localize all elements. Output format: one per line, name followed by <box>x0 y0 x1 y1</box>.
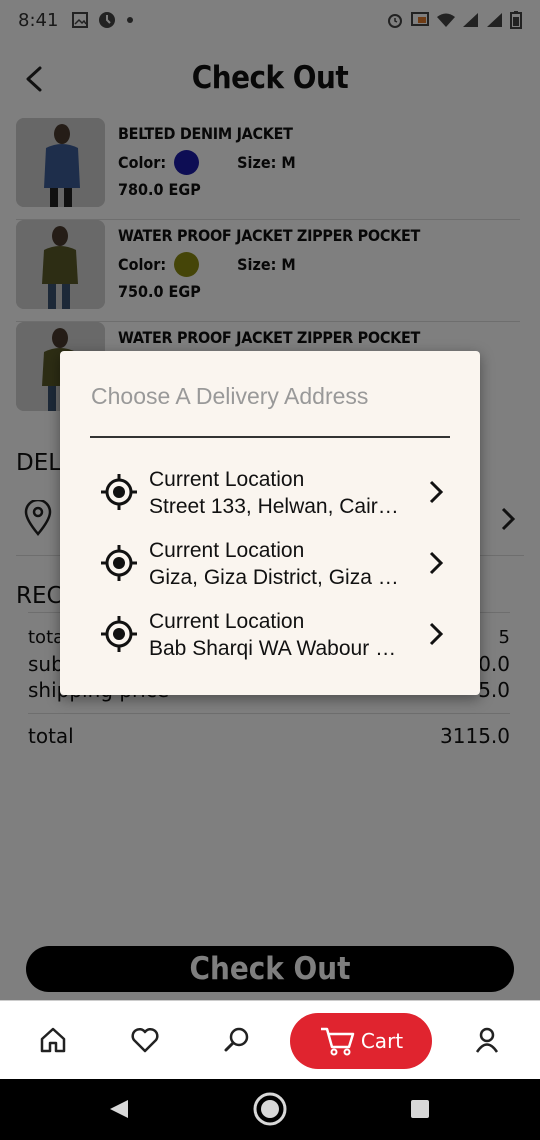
address-title: Current Location <box>149 610 305 633</box>
address-text: Bab Sharqi WA Wabour El Meyah <box>149 637 407 660</box>
status-scrim <box>0 0 540 40</box>
address-title: Current Location <box>149 539 305 562</box>
cart-icon <box>320 1027 355 1056</box>
heart-icon[interactable] <box>130 1025 160 1055</box>
system-home-icon[interactable] <box>252 1091 288 1127</box>
dialog-title: Choose A Delivery Address <box>91 383 369 409</box>
chevron-right-icon <box>429 480 444 504</box>
chevron-right-icon <box>429 622 444 646</box>
system-nav-bar <box>0 1079 540 1140</box>
my-location-icon <box>101 474 137 510</box>
system-back-icon[interactable] <box>108 1098 130 1120</box>
home-icon[interactable] <box>38 1025 68 1055</box>
bottom-nav: Cart <box>0 1000 540 1079</box>
address-text: Giza, Giza District, Giza Governorate <box>149 566 407 589</box>
profile-icon[interactable] <box>472 1025 502 1055</box>
my-location-icon <box>101 545 137 581</box>
chevron-right-icon <box>429 551 444 575</box>
address-option[interactable]: Current Location Giza, Giza District, Gi… <box>100 536 445 596</box>
cart-tab-active[interactable]: Cart <box>290 1013 432 1069</box>
delivery-address-dialog: Choose A Delivery Address Current Locati… <box>60 351 480 695</box>
system-recents-icon[interactable] <box>410 1099 430 1119</box>
my-location-icon <box>101 616 137 652</box>
search-icon[interactable] <box>222 1025 252 1055</box>
address-option[interactable]: Current Location Street 133, Helwan, Cai… <box>100 465 445 525</box>
address-option[interactable]: Current Location Bab Sharqi WA Wabour El… <box>100 607 445 667</box>
cart-label: Cart <box>360 1029 404 1053</box>
dialog-divider <box>90 436 450 438</box>
address-title: Current Location <box>149 468 305 491</box>
address-text: Street 133, Helwan, Cairo Governorate <box>149 495 407 518</box>
